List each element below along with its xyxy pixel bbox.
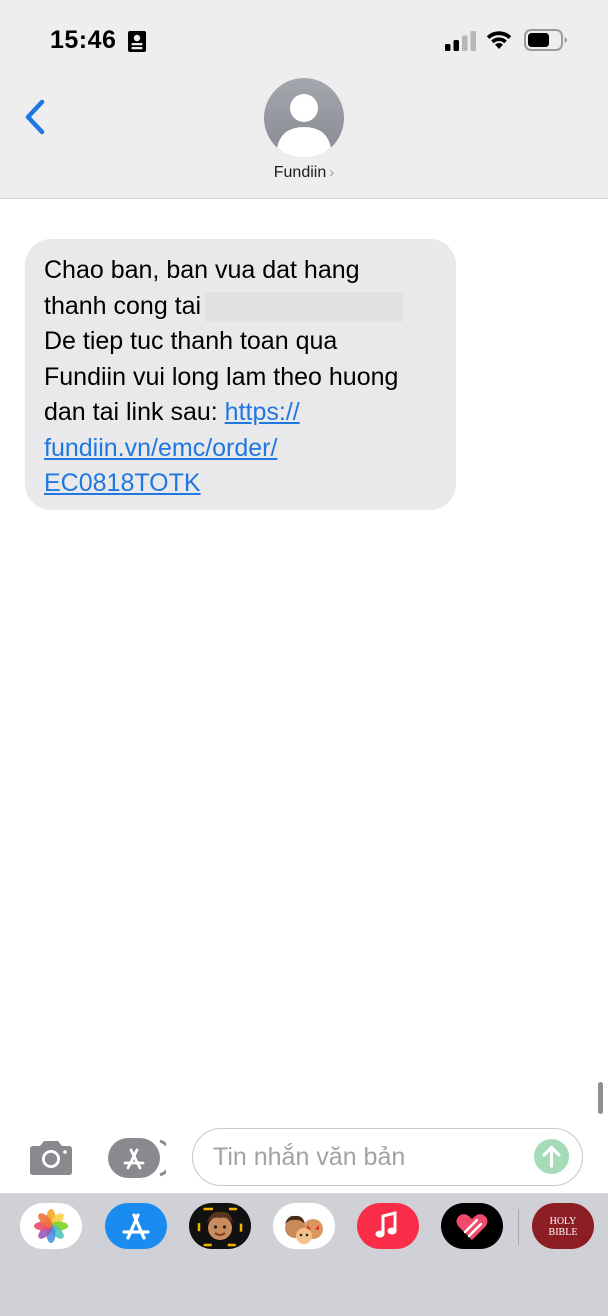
battery-icon: [524, 29, 567, 51]
contact-name: Fundiin: [273, 164, 327, 181]
camera-icon[interactable]: [26, 1138, 76, 1178]
link-line: EC0818TOTK: [44, 466, 438, 502]
contact-name-button[interactable]: Fundiin ›: [0, 164, 608, 182]
redacted-text: [205, 291, 404, 322]
message-line-with-link: dan tai link sau: https://: [44, 395, 438, 431]
photos-app-icon[interactable]: [20, 1203, 82, 1249]
message-line: De tiep tuc thanh toan qua: [44, 327, 338, 355]
bible-label-line: BIBLE: [549, 1227, 578, 1238]
id-card-icon: [128, 31, 146, 52]
back-chevron-icon[interactable]: [22, 98, 48, 136]
wifi-icon: [486, 31, 512, 49]
animoji-stickers-icon[interactable]: [273, 1203, 335, 1249]
memoji-stickers-icon[interactable]: [189, 1203, 251, 1249]
messages-screen: 15:46 Fundiin › Chao ban, ban vua dat ha…: [0, 0, 608, 1316]
order-link[interactable]: https://: [225, 398, 300, 426]
dock-separator: [518, 1209, 519, 1245]
imessage-app-dock: HOLY BIBLE: [0, 1193, 608, 1316]
bible-label-line: HOLY: [550, 1216, 577, 1227]
message-line: thanh cong tai: [44, 291, 202, 320]
send-button[interactable]: [534, 1139, 569, 1174]
message-line: dan tai link sau:: [44, 398, 218, 426]
link-line: fundiin.vn/emc/order/: [44, 431, 438, 467]
message-line: Chao ban, ban vua dat hang: [44, 256, 360, 284]
person-silhouette-icon: [277, 94, 331, 158]
message-input-field[interactable]: [192, 1128, 583, 1186]
message-line-with-redaction: thanh cong tai: [44, 289, 438, 325]
order-link[interactable]: EC0818TOTK: [44, 469, 201, 497]
contact-avatar[interactable]: [264, 78, 344, 158]
scroll-indicator[interactable]: [598, 1082, 603, 1114]
conversation-header: 15:46 Fundiin ›: [0, 0, 608, 199]
incoming-message-bubble[interactable]: Chao ban, ban vua dat hang thanh cong ta…: [25, 239, 456, 510]
app-store-icon[interactable]: [108, 1138, 166, 1178]
order-link[interactable]: fundiin.vn/emc/order/: [44, 434, 277, 462]
cellular-signal-icon: [445, 31, 476, 51]
chevron-right-icon: ›: [329, 164, 335, 181]
message-line: Fundiin vui long lam theo huong: [44, 362, 399, 391]
app-store-app-icon[interactable]: [105, 1203, 167, 1249]
arrow-up-icon: [542, 1145, 561, 1168]
status-time: 15:46: [50, 26, 117, 54]
music-app-icon[interactable]: [357, 1203, 419, 1249]
message-text-input[interactable]: [213, 1139, 513, 1175]
holy-bible-app-icon[interactable]: HOLY BIBLE: [532, 1203, 594, 1249]
digital-touch-icon[interactable]: [441, 1203, 503, 1249]
